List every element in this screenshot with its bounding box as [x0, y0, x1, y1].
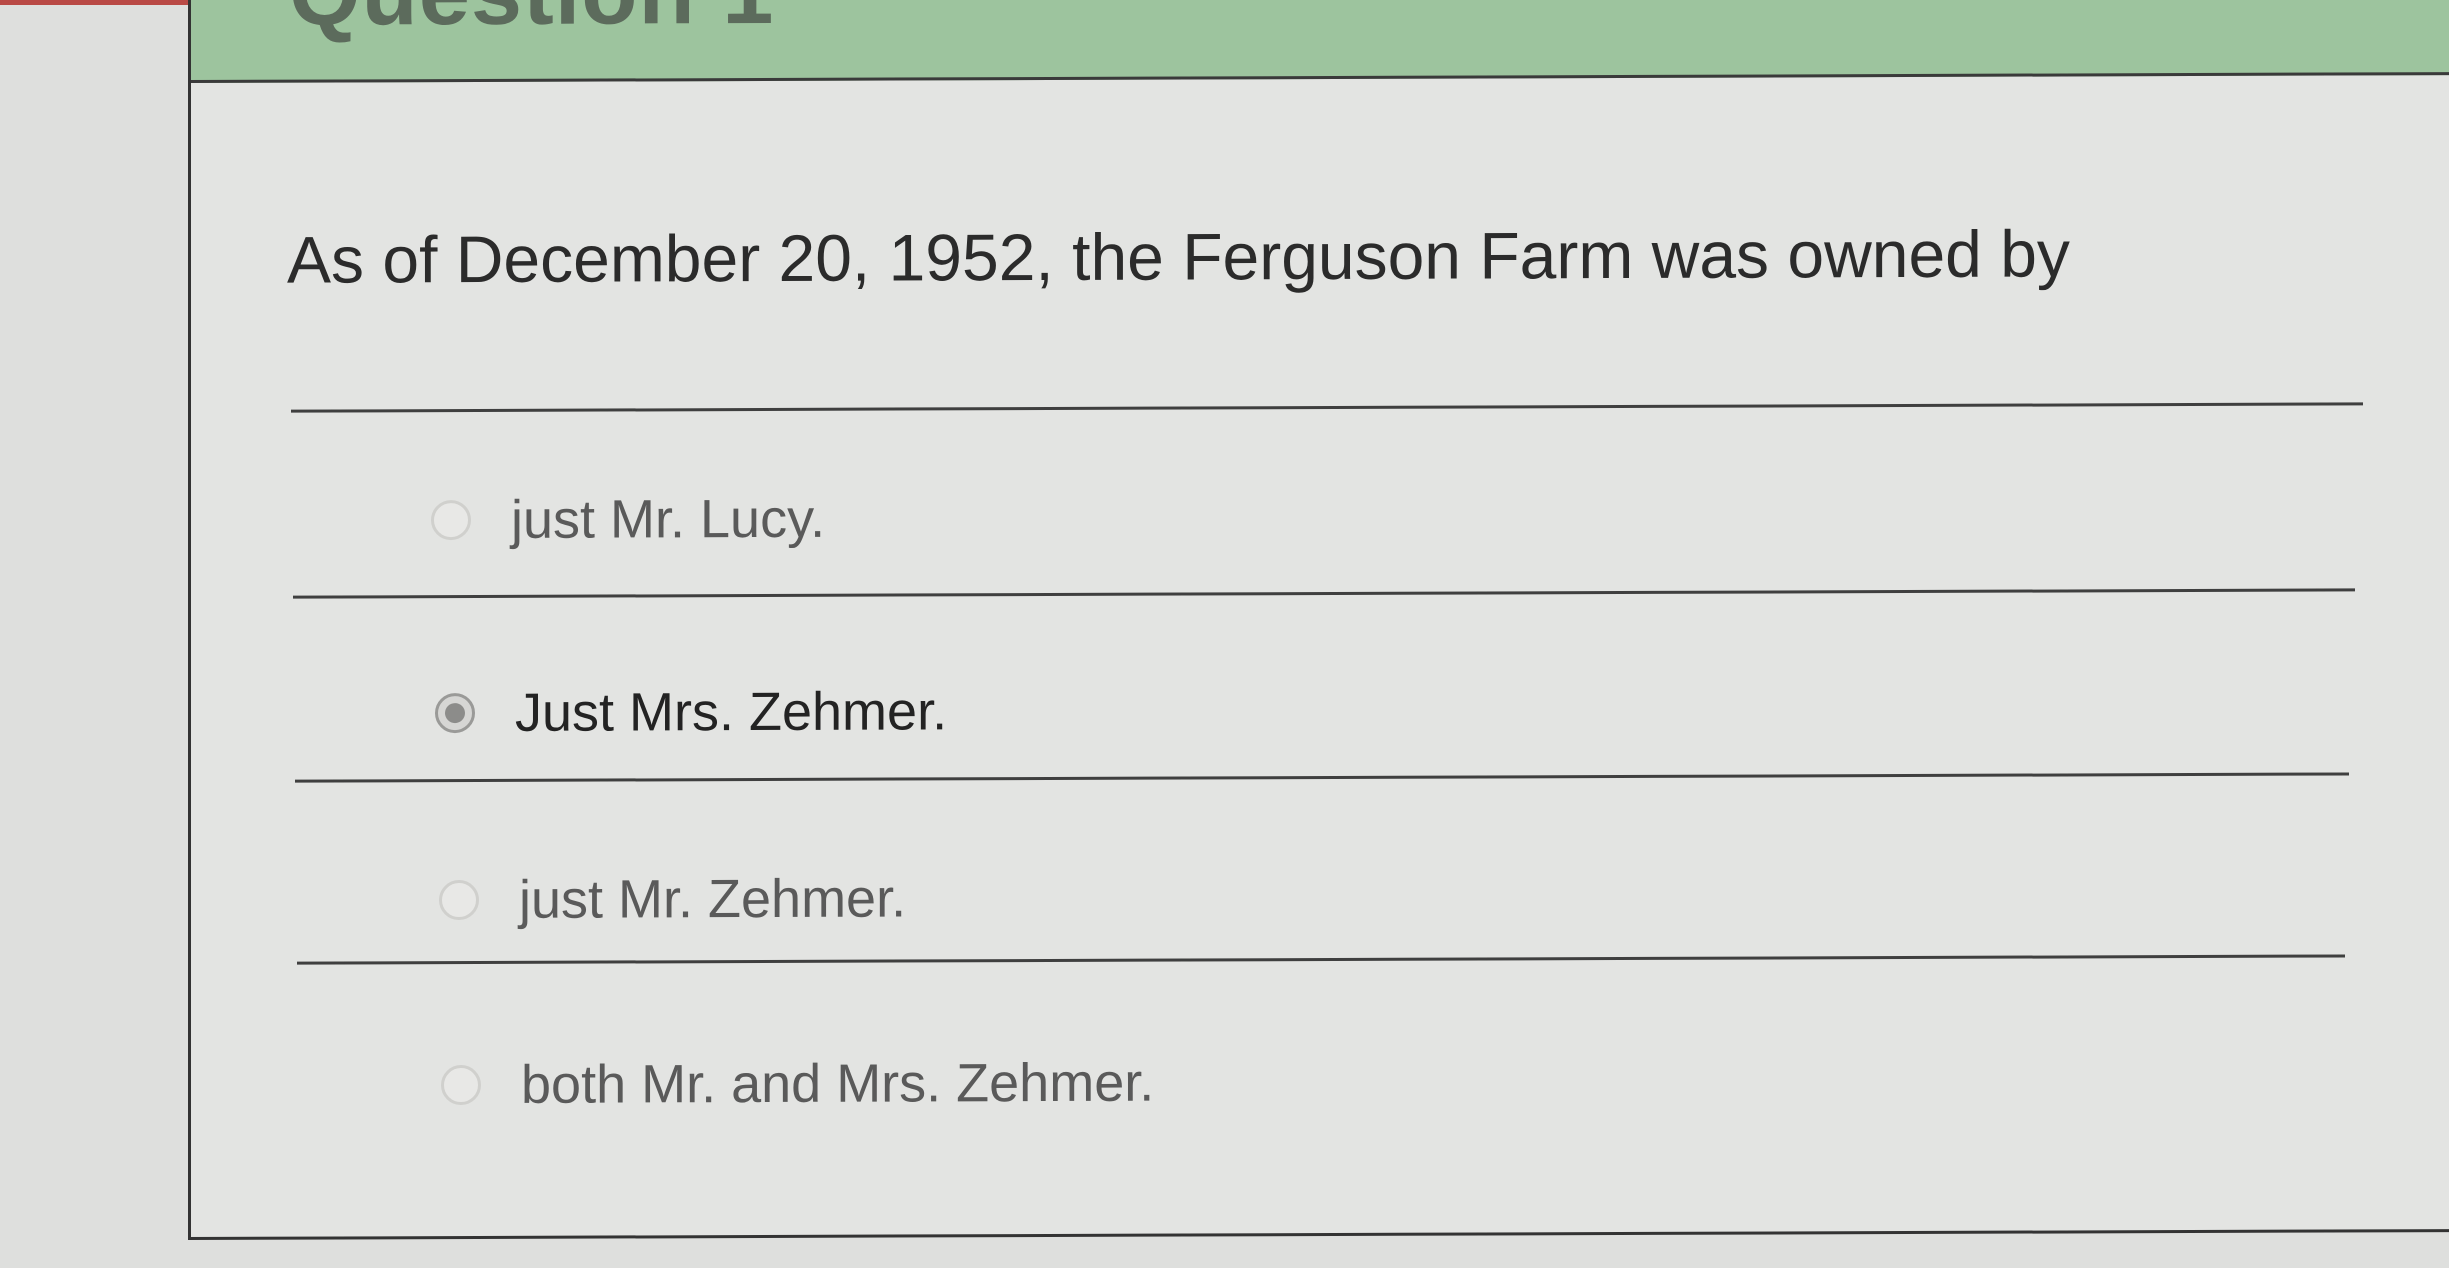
- radio-button[interactable]: [431, 500, 471, 541]
- question-card: Question 1 As of December 20, 1952, the …: [188, 0, 2449, 1241]
- divider: [291, 402, 2363, 413]
- answer-option-just-mr-lucy[interactable]: just Mr. Lucy.: [431, 488, 825, 551]
- divider: [297, 954, 2345, 965]
- previous-question-tab: [0, 0, 212, 5]
- answer-option-label: just Mr. Zehmer.: [519, 868, 907, 930]
- answer-option-label: both Mr. and Mrs. Zehmer.: [521, 1052, 1155, 1115]
- answer-option-label: Just Mrs. Zehmer.: [515, 681, 948, 743]
- divider: [293, 588, 2355, 599]
- answer-option-just-mrs-zehmer[interactable]: Just Mrs. Zehmer.: [435, 680, 947, 744]
- answer-option-label: just Mr. Lucy.: [511, 488, 826, 550]
- radio-button-selected[interactable]: [435, 692, 475, 734]
- divider: [295, 772, 2349, 783]
- question-prompt: As of December 20, 1952, the Ferguson Fa…: [287, 216, 2070, 297]
- question-title: Question 1: [289, 0, 774, 47]
- radio-button[interactable]: [441, 1064, 481, 1106]
- answer-option-just-mr-zehmer[interactable]: just Mr. Zehmer.: [439, 867, 906, 931]
- question-header: Question 1: [191, 0, 2449, 83]
- answer-option-both-mr-and-mrs-zehmer[interactable]: both Mr. and Mrs. Zehmer.: [441, 1052, 1154, 1116]
- radio-selected-dot: [445, 703, 465, 724]
- radio-button[interactable]: [439, 879, 479, 921]
